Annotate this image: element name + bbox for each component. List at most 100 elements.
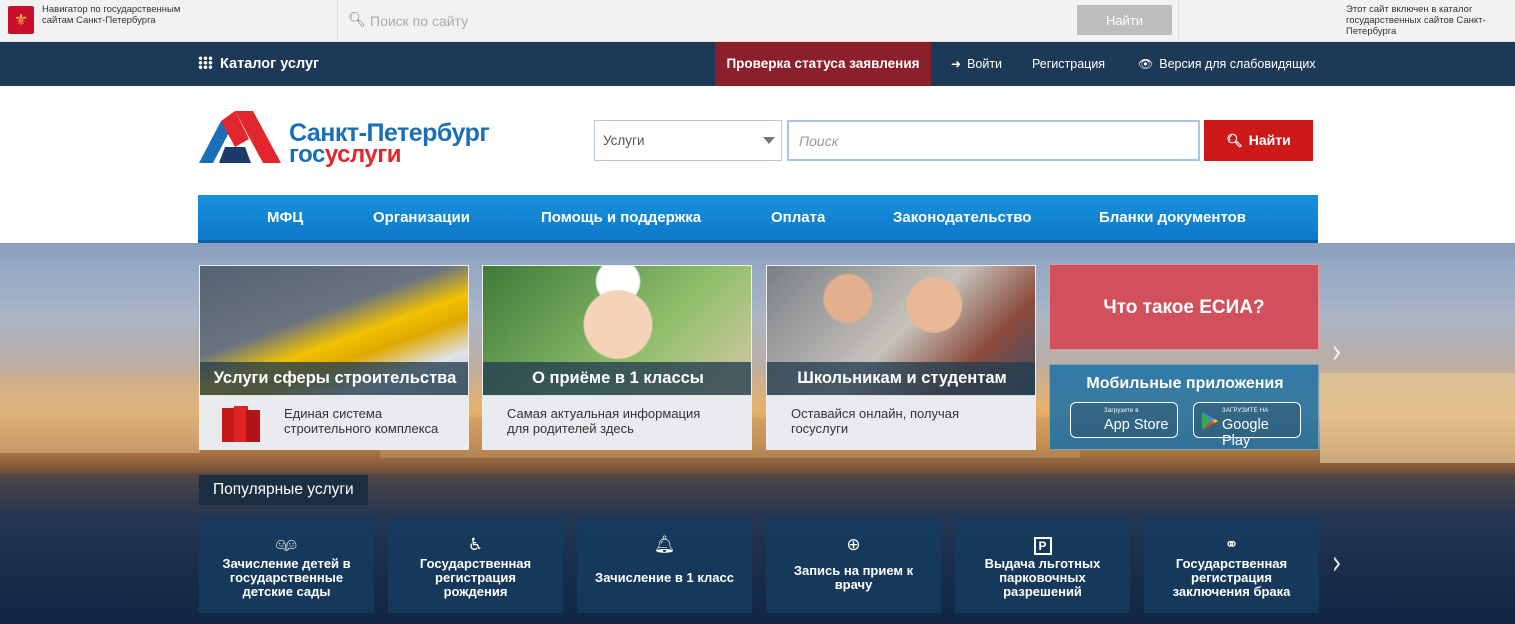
popular-item-birth-registration[interactable]: ♿︎ Государственная регистрация рождения: [388, 518, 563, 613]
popular-item-label: Запись на прием к врачу: [774, 564, 933, 592]
card-description: Оставайся онлайн, получая госуслуги: [767, 395, 1035, 449]
gov-top-bar: ⚜ Навигатор по государственным сайтам Са…: [0, 0, 1515, 42]
google-play-label: Google Play: [1222, 417, 1269, 449]
search-category-value: Услуги: [603, 133, 645, 148]
cubes-icon: [222, 406, 260, 442]
popular-item-kindergarten[interactable]: 👫︎ Зачисление детей в государственные де…: [199, 518, 374, 613]
label-line: Государственная: [1175, 556, 1288, 571]
nav-payment[interactable]: Оплата: [771, 195, 825, 241]
status-check-button[interactable]: Проверка статуса заявления: [715, 42, 931, 86]
main-search-button[interactable]: 🔍︎ Найти: [1204, 120, 1313, 161]
popular-item-label: Государственная регистрация заключения б…: [1152, 557, 1311, 599]
logo-gos: гос: [289, 141, 325, 168]
site-logo[interactable]: Санкт-Петербург госуслуги: [199, 111, 539, 167]
catalog-link[interactable]: Каталог услуг: [198, 42, 319, 86]
parking-icon: P: [955, 535, 1130, 555]
gov-navigator-link[interactable]: ⚜ Навигатор по государственным сайтам Са…: [0, 0, 338, 42]
google-play-icon: [1202, 412, 1218, 430]
gov-catalog-note-text: Этот сайт включен в каталог государствен…: [1346, 4, 1486, 37]
popular-item-label: Выдача льготных парковочных разрешений: [963, 557, 1122, 599]
card-desc-line1: Оставайся онлайн, получая: [791, 406, 960, 421]
label-line: заключения брака: [1172, 584, 1291, 599]
chevron-down-icon: [763, 137, 775, 144]
gov-search: 🔍︎ Найти: [338, 0, 1178, 42]
main-search-label: Найти: [1248, 132, 1291, 148]
rings-icon: ⚭: [1224, 535, 1239, 555]
label-line: государственные: [229, 570, 344, 585]
card-title: Услуги сферы строительства: [200, 362, 468, 395]
label-line: рождения: [443, 584, 508, 599]
top-nav: Каталог услуг Проверка статуса заявления…: [0, 42, 1515, 86]
esia-banner[interactable]: Что такое ЕСИА?: [1049, 264, 1319, 350]
card-desc-line2: госуслуги: [791, 420, 849, 436]
mobile-apps-title: Мобильные приложения: [1086, 375, 1284, 392]
label-line: регистрация: [435, 570, 516, 585]
search-icon: 🔍︎: [348, 12, 366, 28]
nav-organizations[interactable]: Организации: [373, 195, 470, 241]
google-play-button[interactable]: ЗАГРУЗИТЕ НА Google Play: [1193, 402, 1301, 449]
popular-item-parking[interactable]: P Выдача льготных парковочных разрешений: [955, 518, 1130, 613]
site-header: Санкт-Петербург госуслуги Услуги Поиск 🔍…: [0, 86, 1515, 243]
card-desc-line2: строительного комплекса: [284, 420, 439, 436]
login-icon: ➜: [951, 57, 962, 71]
label-line: Государственная: [419, 556, 532, 571]
grid-icon: [198, 56, 213, 69]
bell-icon: 🔔︎: [653, 535, 676, 555]
nav-legislation[interactable]: Законодательство: [893, 195, 1031, 241]
main-nav: МФЦ Организации Помощь и поддержка Оплат…: [198, 195, 1318, 243]
label-line: детские сады: [242, 584, 331, 599]
gov-catalog-note[interactable]: Этот сайт включен в каталог государствен…: [1178, 0, 1515, 42]
spb-crest-icon: ⚜: [8, 6, 34, 34]
search-icon: 🔍︎: [1226, 134, 1243, 149]
gov-navigator-text: Навигатор по государственным сайтам Санк…: [42, 4, 181, 26]
popular-item-doctor[interactable]: ⊕ Запись на прием к врачу: [766, 518, 941, 613]
mobile-apps-panel: Мобильные приложения Загрузите в App Sto…: [1049, 364, 1319, 450]
card-students[interactable]: Школьникам и студентам Оставайся онлайн,…: [766, 265, 1036, 450]
main-search-input[interactable]: Поиск: [787, 120, 1200, 161]
logo-uslugi: услуги: [324, 141, 402, 168]
popular-item-first-grade[interactable]: 🔔︎ Зачисление в 1 класс: [577, 518, 752, 613]
popular-item-label: Государственная регистрация рождения: [396, 557, 555, 599]
search-category-select[interactable]: Услуги: [594, 120, 782, 161]
label-line: парковочных: [999, 570, 1086, 585]
eye-icon: 👁︎: [1138, 57, 1154, 71]
gov-search-input[interactable]: [370, 8, 1070, 34]
gosuslugi-logo-icon: [199, 111, 281, 163]
popular-item-marriage[interactable]: ⚭ Государственная регистрация заключения…: [1144, 518, 1319, 613]
nav-forms[interactable]: Бланки документов: [1099, 195, 1246, 241]
label-line: врачу: [834, 577, 873, 592]
label-line: Запись на прием к: [793, 563, 914, 578]
children-icon: 👫︎: [275, 535, 298, 555]
card-description: Единая система строительного комплекса: [200, 395, 468, 449]
google-play-small: ЗАГРУЗИТЕ НА: [1222, 408, 1269, 414]
label-line: разрешений: [1003, 584, 1082, 599]
catalog-label: Каталог услуг: [220, 56, 320, 72]
card-first-grade[interactable]: О приёме в 1 классы Самая актуальная инф…: [482, 265, 752, 450]
popular-item-label: Зачисление в 1 класс: [585, 571, 744, 585]
card-description: Самая актуальная информация для родителе…: [483, 395, 751, 449]
login-label: Войти: [967, 57, 1003, 71]
card-desc-line1: Самая актуальная информация: [507, 406, 701, 421]
app-store-label: App Store: [1104, 417, 1169, 433]
accessible-label: Версия для слабовидящих: [1159, 57, 1316, 71]
login-link[interactable]: ➜ Войти: [951, 42, 1002, 86]
label-line: Зачисление детей в: [222, 556, 351, 571]
chevron-right-icon[interactable]: ›: [1332, 332, 1342, 372]
card-desc-line1: Единая система: [284, 406, 383, 421]
app-store-small: Загрузите в: [1104, 408, 1139, 414]
popular-item-label: Зачисление детей в государственные детск…: [207, 557, 366, 599]
logo-gosuslugi: госуслуги: [289, 143, 402, 167]
nav-help[interactable]: Помощь и поддержка: [541, 195, 701, 241]
label-line: Зачисление в 1 класс: [595, 570, 734, 585]
accessible-version-link[interactable]: 👁︎ Версия для слабовидящих: [1138, 42, 1316, 86]
chevron-right-icon[interactable]: ›: [1332, 543, 1342, 583]
gov-search-button[interactable]: Найти: [1077, 5, 1172, 35]
register-link[interactable]: Регистрация: [1032, 42, 1105, 86]
label-line: Выдача льготных: [984, 556, 1101, 571]
popular-services-label: Популярные услуги: [199, 475, 368, 505]
label-line: регистрация: [1191, 570, 1272, 585]
app-store-button[interactable]: Загрузите в App Store: [1070, 402, 1178, 438]
nav-mfc[interactable]: МФЦ: [267, 195, 303, 241]
card-construction[interactable]: Услуги сферы строительства Единая систем…: [199, 265, 469, 450]
card-desc-line2: для родителей здесь: [507, 420, 634, 436]
